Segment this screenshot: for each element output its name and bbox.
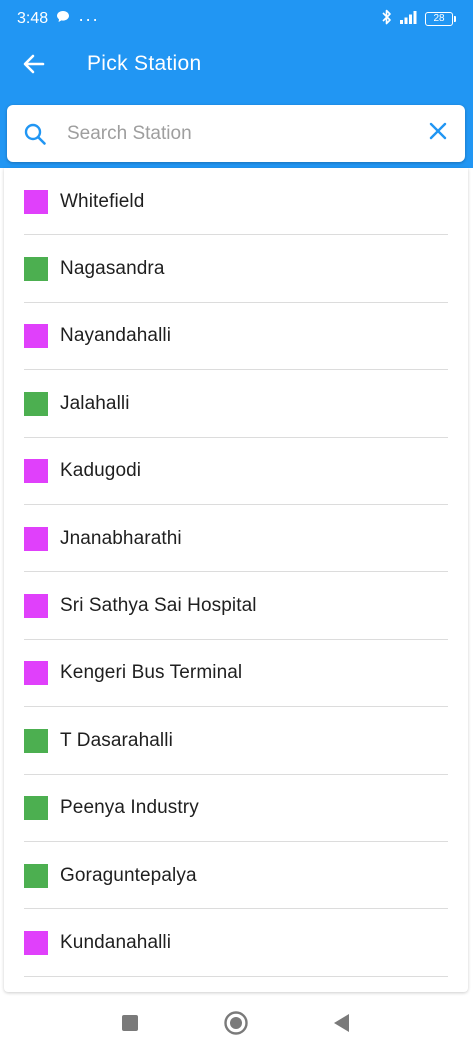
station-item[interactable]: Jnanabharathi [4, 505, 468, 573]
bluetooth-icon [381, 9, 393, 30]
square-icon [120, 1013, 140, 1038]
battery-icon: 28 [425, 12, 456, 26]
station-name: T Dasarahalli [60, 729, 173, 751]
station-list-card: Whitefield Nagasandra Nayandahalli Jalah… [4, 168, 468, 992]
battery-level: 28 [425, 12, 453, 26]
status-right: 28 [381, 9, 456, 30]
station-name: Jnanabharathi [60, 527, 182, 549]
station-item[interactable]: T Dasarahalli [4, 707, 468, 775]
system-nav-bar [0, 996, 473, 1054]
station-name: Nayandahalli [60, 325, 172, 347]
search-input[interactable] [61, 113, 411, 154]
purple-line-indicator [24, 459, 48, 484]
purple-line-indicator [24, 324, 48, 349]
search-icon [9, 105, 61, 162]
arrow-left-icon [22, 53, 46, 80]
close-icon [428, 121, 448, 146]
station-list: Whitefield Nagasandra Nayandahalli Jalah… [4, 168, 468, 978]
purple-line-indicator [24, 661, 48, 686]
station-item[interactable]: Peenya Industry [4, 775, 468, 843]
station-name: Kundanahalli [60, 931, 172, 953]
station-item[interactable]: Whitefield [4, 168, 468, 236]
green-line-indicator [24, 863, 48, 888]
station-item[interactable]: Nayandahalli [4, 303, 468, 371]
signal-icon [399, 10, 419, 29]
station-item[interactable]: Jalahalli [4, 370, 468, 438]
more-notifications-indicator: ··· [78, 8, 100, 29]
purple-line-indicator [24, 526, 48, 551]
station-item[interactable]: Kadugodi [4, 438, 468, 506]
station-item[interactable]: Kundanahalli [4, 909, 468, 978]
recents-button[interactable] [117, 1012, 143, 1038]
station-name: Goraguntepalya [60, 864, 197, 886]
station-name: Peenya Industry [60, 797, 199, 819]
purple-line-indicator [24, 189, 48, 214]
circle-icon [223, 1010, 249, 1041]
status-left: 3:48 ··· [17, 9, 99, 30]
station-item[interactable]: Goraguntepalya [4, 842, 468, 910]
back-nav-button[interactable] [328, 1012, 354, 1038]
search-box [7, 105, 465, 162]
back-button[interactable] [14, 48, 54, 84]
triangle-back-icon [330, 1012, 352, 1039]
status-time: 3:48 [17, 10, 49, 27]
page-title: Pick Station [87, 52, 202, 75]
station-item[interactable]: Kengeri Bus Terminal [4, 640, 468, 708]
purple-line-indicator [24, 594, 48, 619]
station-name: Sri Sathya Sai Hospital [60, 595, 257, 617]
station-item[interactable]: Sri Sathya Sai Hospital [4, 572, 468, 641]
home-button[interactable] [223, 1010, 249, 1041]
station-name: Nagasandra [60, 258, 165, 280]
purple-line-indicator [24, 930, 48, 955]
station-name: Kengeri Bus Terminal [60, 662, 243, 684]
station-name: Jalahalli [60, 392, 130, 414]
status-bar: 3:48 ··· 28 [0, 0, 473, 38]
battery-tip [454, 16, 456, 22]
station-name: Kadugodi [60, 460, 142, 482]
chat-notification-icon [56, 10, 70, 28]
station-name: Whitefield [60, 190, 145, 212]
green-line-indicator [24, 728, 48, 753]
station-item[interactable]: Nagasandra [4, 235, 468, 304]
green-line-indicator [24, 391, 48, 416]
clear-search-button[interactable] [411, 105, 465, 162]
green-line-indicator [24, 796, 48, 821]
green-line-indicator [24, 257, 48, 282]
